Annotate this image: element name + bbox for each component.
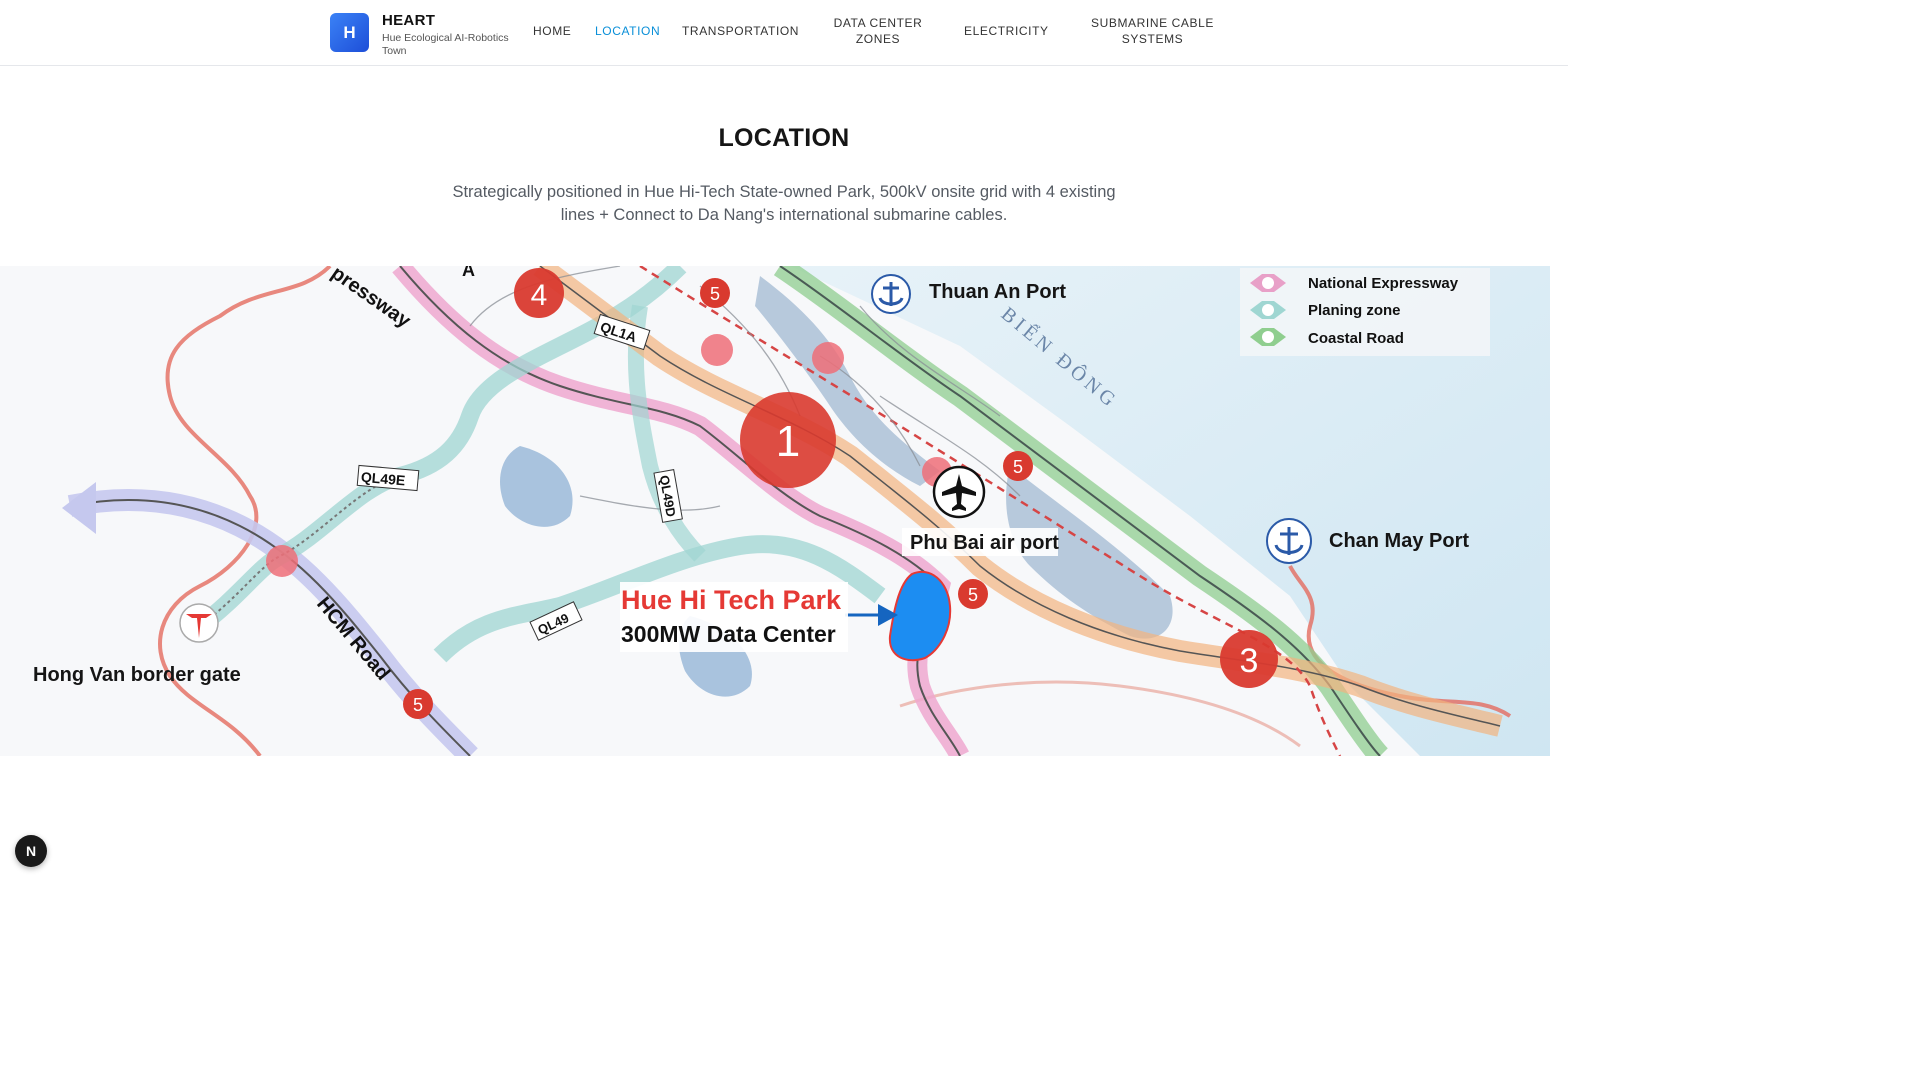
nav-data-center-zones[interactable]: DATA CENTER ZONES xyxy=(822,15,934,47)
nav-transportation[interactable]: TRANSPORTATION xyxy=(682,23,799,39)
brand[interactable]: H HEART Hue Ecological AI-Robotics Town xyxy=(330,13,517,58)
location-map: 1 4 3 5 5 5 5 pressway A QL1A QL49E QL49… xyxy=(0,266,1550,756)
zone-5-label-park: 5 xyxy=(968,585,978,605)
legend-item-planning-zone: Planing zone xyxy=(1250,301,1401,319)
phu-bai-airport-label: Phu Bai air port xyxy=(910,532,1059,554)
zone-3-label: 3 xyxy=(1240,642,1259,680)
nav-location[interactable]: LOCATION xyxy=(595,23,660,39)
zone-5-label-north: 5 xyxy=(710,284,720,304)
chan-may-anchor-icon xyxy=(1266,518,1312,564)
legend-expressway-label: National Expressway xyxy=(1308,275,1459,292)
map-svg: 1 4 3 5 5 5 5 pressway A QL1A QL49E QL49… xyxy=(0,266,1550,756)
top-navbar: H HEART Hue Ecological AI-Robotics Town … xyxy=(0,0,1568,66)
zone-1-label: 1 xyxy=(776,417,800,466)
legend-planning-zone-label: Planing zone xyxy=(1308,302,1401,319)
section-title: LOCATION xyxy=(718,124,850,152)
hong-van-border-gate-label: Hong Van border gate xyxy=(33,664,241,686)
node-circle xyxy=(266,545,298,577)
cut-label: A xyxy=(462,266,475,280)
zone-4-label: 4 xyxy=(531,279,548,312)
dev-tools-badge[interactable]: N xyxy=(15,835,47,867)
nav-electricity[interactable]: ELECTRICITY xyxy=(964,23,1049,39)
brand-title: HEART xyxy=(382,12,436,29)
node-circle xyxy=(812,342,844,374)
zone-5-label-west: 5 xyxy=(413,695,423,715)
node-circle xyxy=(701,334,733,366)
nav-home[interactable]: HOME xyxy=(533,23,571,39)
brand-subtitle: Hue Ecological AI-Robotics Town xyxy=(382,32,509,57)
legend-item-coastal-road: Coastal Road xyxy=(1250,328,1404,347)
thuan-an-port-label: Thuan An Port xyxy=(929,281,1066,303)
park-capacity-label: 300MW Data Center xyxy=(621,621,836,647)
thuan-an-anchor-icon xyxy=(871,274,911,314)
legend-coastal-road-label: Coastal Road xyxy=(1308,330,1404,347)
park-name-label: Hue Hi Tech Park xyxy=(621,585,842,615)
nav-submarine-cable-systems[interactable]: SUBMARINE CABLE SYSTEMS xyxy=(1090,15,1215,47)
chan-may-port-label: Chan May Port xyxy=(1329,530,1469,552)
section-description: Strategically positioned in Hue Hi-Tech … xyxy=(452,183,1116,224)
brand-logo[interactable]: H xyxy=(330,13,369,52)
zone-5-label-east: 5 xyxy=(1013,457,1023,477)
